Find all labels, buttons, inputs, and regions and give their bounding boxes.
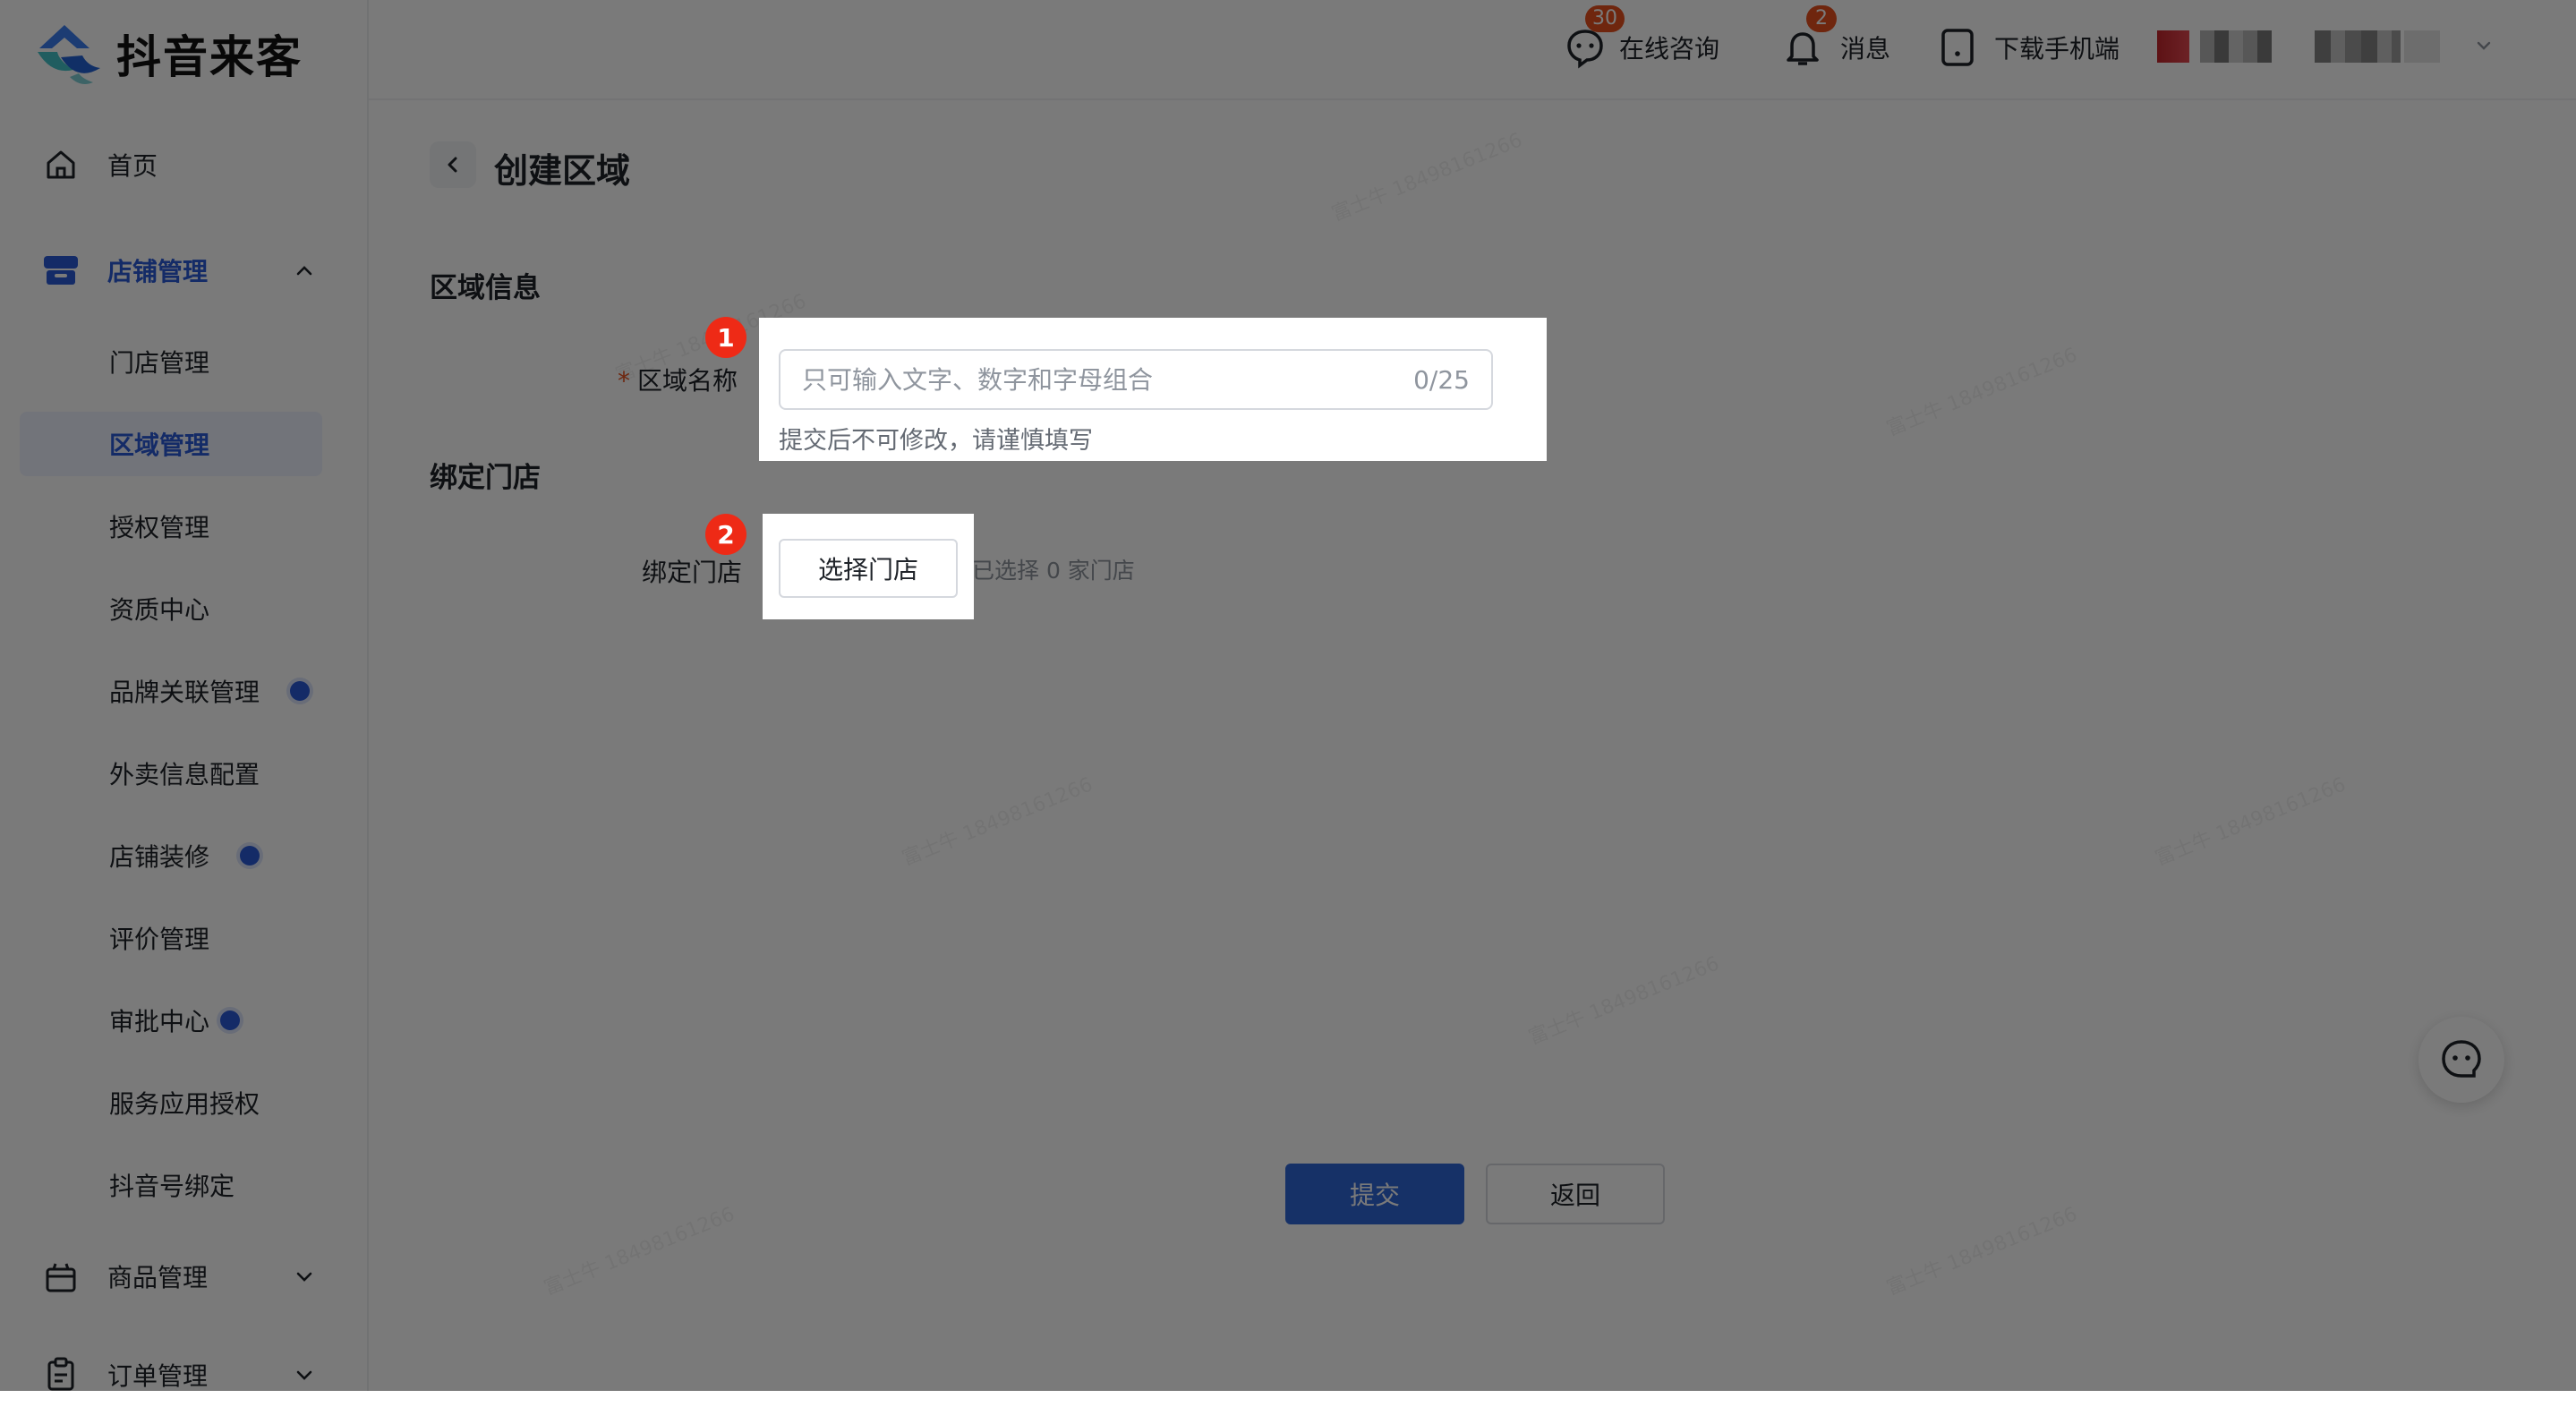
chat-icon <box>1564 26 1607 69</box>
sidebar-item-label: 评价管理 <box>109 925 210 954</box>
sidebar: 抖音来客 首页 店铺管理 门店管理 区域管理 授权管理 资质中心 品牌关联管理 … <box>0 0 369 1391</box>
sidebar-item-label: 店铺管理 <box>107 257 209 286</box>
messages-button[interactable]: 消息 2 <box>1781 5 1891 70</box>
watermark: 富士牛 18498161266 <box>1328 129 1526 226</box>
messages-label: 消息 <box>1840 34 1891 64</box>
store-icon <box>41 251 81 290</box>
notification-dot <box>290 681 311 701</box>
sidebar-subitem-douyin-bind[interactable]: 抖音号绑定 <box>20 1153 322 1217</box>
app-name: 抖音来客 <box>116 31 303 83</box>
area-name-input[interactable] <box>780 350 1414 409</box>
download-mobile-label: 下载手机端 <box>1994 34 2120 64</box>
section-title-bind-store: 绑定门店 <box>430 462 541 494</box>
sidebar-subitem-approval[interactable]: 审批中心 <box>20 988 322 1053</box>
required-mark: * <box>618 366 630 396</box>
back-button[interactable] <box>430 141 476 188</box>
sidebar-item-label: 授权管理 <box>109 513 210 542</box>
step-marker-2: 2 <box>705 514 746 555</box>
sidebar-item-label: 商品管理 <box>107 1263 209 1292</box>
area-name-counter: 0/25 <box>1413 364 1470 395</box>
sidebar-item-goods[interactable]: 商品管理 <box>20 1244 322 1309</box>
goods-icon <box>41 1257 81 1296</box>
submit-button[interactable]: 提交 <box>1285 1164 1464 1224</box>
sidebar-item-label: 首页 <box>107 151 158 181</box>
bind-store-label: 绑定门店 <box>642 558 743 587</box>
watermark: 富士牛 18498161266 <box>1525 952 1723 1050</box>
download-mobile-button[interactable]: 下载手机端 <box>1937 25 2120 70</box>
consult-badge: 30 <box>1585 5 1625 32</box>
sidebar-item-label: 外卖信息配置 <box>109 760 260 789</box>
area-name-hint: 提交后不可修改，请谨慎填写 <box>779 427 1093 455</box>
sidebar-subitem-decoration[interactable]: 店铺装修 <box>20 823 322 888</box>
area-name-label-text: 区域名称 <box>637 366 738 396</box>
sidebar-item-label: 抖音号绑定 <box>109 1172 235 1201</box>
sidebar-item-label: 服务应用授权 <box>109 1089 260 1119</box>
chevron-down-icon[interactable] <box>2472 34 2495 57</box>
sidebar-subitem-brand[interactable]: 品牌关联管理 <box>20 659 322 723</box>
watermark: 富士牛 18498161266 <box>1883 1203 2081 1300</box>
area-name-label: * 区域名称 <box>618 362 738 397</box>
logo-icon <box>34 20 107 88</box>
chevron-up-icon <box>292 258 317 283</box>
section-title-area-info: 区域信息 <box>430 272 541 304</box>
sidebar-subitem-store[interactable]: 门店管理 <box>20 329 322 394</box>
support-chat-button[interactable] <box>2418 1017 2504 1103</box>
notification-dot <box>240 846 260 866</box>
selected-count-text: 已选择 0 家门店 <box>972 558 1135 584</box>
user-name-blurred[interactable] <box>2315 30 2401 63</box>
customer-service-icon <box>2442 1040 2481 1078</box>
user-name-blurred-tail <box>2404 30 2440 63</box>
chevron-down-icon <box>292 1264 317 1289</box>
sidebar-item-label: 订单管理 <box>107 1361 209 1391</box>
area-name-field[interactable]: 0/25 <box>779 349 1493 410</box>
bell-icon <box>1781 26 1824 69</box>
chevron-left-icon <box>448 157 457 173</box>
online-consult-label: 在线咨询 <box>1619 34 1720 64</box>
phone-icon <box>1937 27 1978 68</box>
sidebar-item-label: 审批中心 <box>109 1007 210 1036</box>
notification-dot <box>220 1010 241 1030</box>
store-name-blurred <box>2200 30 2272 63</box>
chevron-down-icon <box>292 1362 317 1387</box>
sidebar-item-home[interactable]: 首页 <box>20 132 322 197</box>
top-header: 在线咨询 30 消息 2 下载手机端 <box>369 0 2576 100</box>
app-logo[interactable]: 抖音来客 <box>34 20 303 88</box>
sidebar-subitem-review[interactable]: 评价管理 <box>20 906 322 970</box>
online-consult-button[interactable]: 在线咨询 30 <box>1564 5 1720 70</box>
step-marker-1: 1 <box>705 317 746 358</box>
watermark: 富士牛 18498161266 <box>1883 344 2081 441</box>
watermark: 富士牛 18498161266 <box>899 773 1096 871</box>
sidebar-item-label: 门店管理 <box>109 348 210 378</box>
sidebar-subitem-delivery[interactable]: 外卖信息配置 <box>20 741 322 806</box>
sidebar-subitem-area[interactable]: 区域管理 <box>20 412 322 476</box>
sidebar-item-label: 店铺装修 <box>109 842 210 872</box>
sidebar-subitem-qualification[interactable]: 资质中心 <box>20 576 322 641</box>
sidebar-item-store-management[interactable]: 店铺管理 <box>20 238 322 303</box>
sidebar-subitem-authorization[interactable]: 授权管理 <box>20 494 322 559</box>
sidebar-item-label: 资质中心 <box>109 595 210 625</box>
watermark: 富士牛 18498161266 <box>541 1203 738 1300</box>
watermark: 富士牛 18498161266 <box>2152 773 2350 871</box>
sidebar-item-orders[interactable]: 订单管理 <box>20 1343 322 1407</box>
sidebar-item-label: 区域管理 <box>109 431 210 460</box>
select-store-button[interactable]: 选择门店 <box>779 539 958 598</box>
page-title: 创建区域 <box>494 151 631 191</box>
store-avatar[interactable] <box>2157 30 2189 63</box>
return-button[interactable]: 返回 <box>1486 1164 1665 1224</box>
messages-badge: 2 <box>1806 5 1837 32</box>
sidebar-subitem-service-auth[interactable]: 服务应用授权 <box>20 1070 322 1135</box>
order-icon <box>41 1355 81 1394</box>
sidebar-item-label: 品牌关联管理 <box>109 678 260 707</box>
home-icon <box>41 145 81 184</box>
